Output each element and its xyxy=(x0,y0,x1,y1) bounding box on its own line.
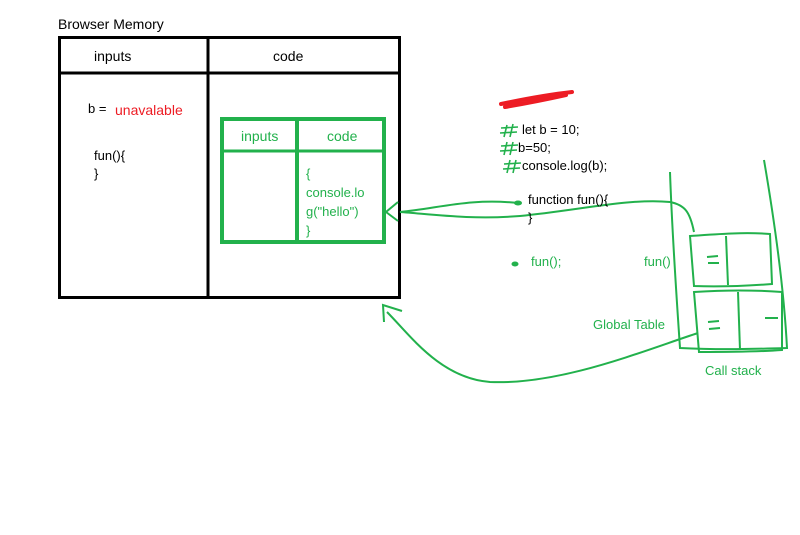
call-stack-container xyxy=(669,159,789,351)
memory-col-code-header: code xyxy=(273,48,304,64)
function-object-code-line: } xyxy=(306,223,311,238)
code-line-fun-call: fun(); xyxy=(531,254,562,269)
fun-frame-ticks xyxy=(706,255,719,264)
call-bullet-dot xyxy=(511,261,519,267)
call-stack-global-label: Global Table xyxy=(593,317,666,332)
global-frame-ticks xyxy=(707,317,778,330)
fun-frame-divider xyxy=(725,235,729,286)
red-strikethrough-scribble xyxy=(499,90,574,109)
code-line-console-log: console.log(b); xyxy=(522,158,608,173)
fun-frame-box xyxy=(688,232,774,288)
code-line-let-b: let b = 10; xyxy=(522,122,580,137)
function-object-inputs-header: inputs xyxy=(241,128,279,144)
code-line-function-def: function fun(){ xyxy=(528,192,609,207)
function-fun-line1: fun(){ xyxy=(94,148,126,163)
diagram-canvas xyxy=(58,36,789,384)
function-reference-arrowhead xyxy=(384,201,399,222)
function-object-code-line: g("hello") xyxy=(306,204,359,219)
call-stack-caption: Call stack xyxy=(705,363,762,378)
code-line-b-assign: b=50; xyxy=(518,140,551,155)
function-object-code-header: code xyxy=(327,128,358,144)
function-object-code-line: { xyxy=(306,166,311,181)
call-stack-fun-label: fun() xyxy=(644,254,671,269)
function-fun-line2: } xyxy=(94,166,99,181)
function-object-code-body: { console.lo g("hello") } xyxy=(306,164,378,240)
global-frame-divider xyxy=(737,291,741,351)
variable-b-value: unavalable xyxy=(115,102,183,118)
code-line-function-close: } xyxy=(528,210,533,225)
function-object-code-line: console.lo xyxy=(306,185,365,200)
memory-col-inputs-header: inputs xyxy=(94,48,132,64)
variable-b-label: b = xyxy=(88,101,107,116)
memory-title: Browser Memory xyxy=(58,16,164,32)
